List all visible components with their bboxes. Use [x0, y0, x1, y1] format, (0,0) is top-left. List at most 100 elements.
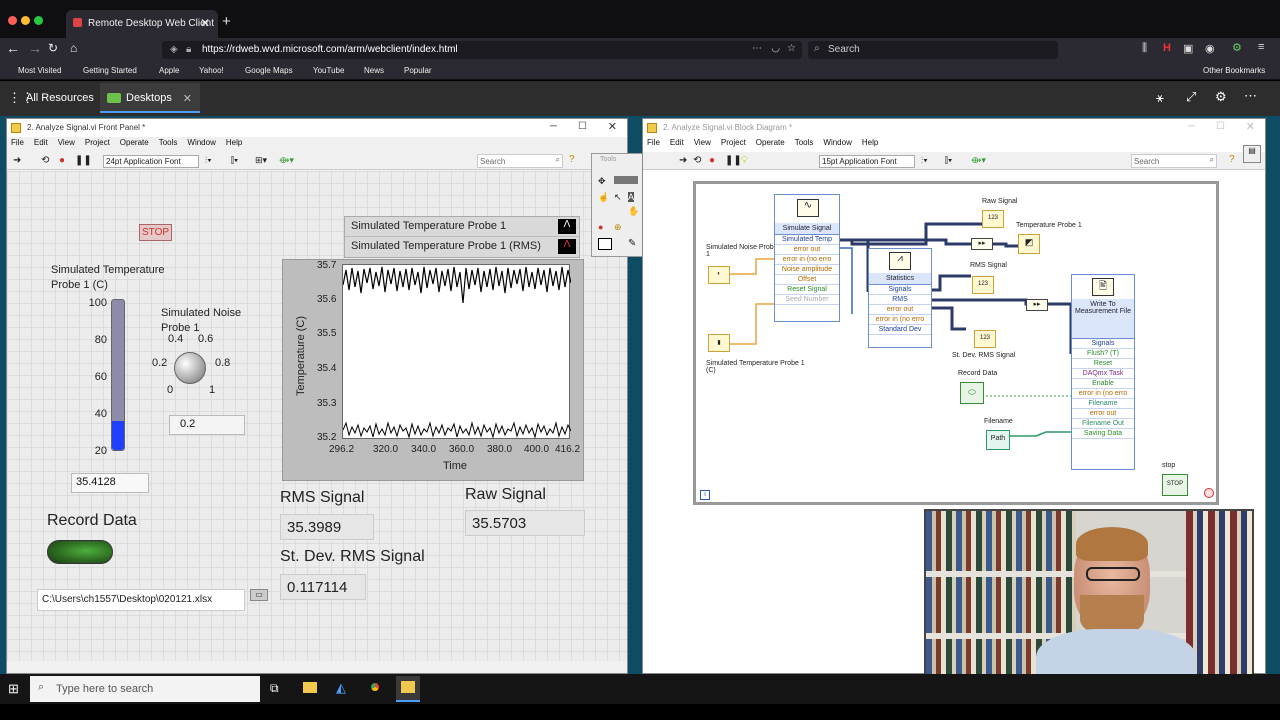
node-terminal[interactable]: Reset Signal [775, 285, 839, 295]
node-terminal[interactable]: Enable [1072, 379, 1134, 389]
operate-tool-icon[interactable]: ☝ [598, 192, 609, 203]
menu-file[interactable]: File [11, 138, 24, 147]
distribute-icon[interactable]: ⫿▾ [231, 155, 238, 166]
node-terminal[interactable]: error out [869, 305, 931, 315]
noise-numeric-control[interactable]: 0.2 [169, 415, 245, 435]
node-terminal[interactable]: error in (no erro [775, 255, 839, 265]
scroll-tool-icon[interactable]: ✋ [628, 206, 639, 217]
other-bookmarks[interactable]: Other Bookmarks [1203, 66, 1265, 75]
node-terminal[interactable]: error in (no erro [1072, 389, 1134, 399]
resize-icon[interactable]: ⊞▾ [255, 155, 267, 166]
task-view-icon[interactable]: ⧉ [270, 681, 279, 696]
merge-signals-node[interactable]: ▸▸ [1026, 299, 1048, 311]
node-terminal[interactable]: Signals [1072, 339, 1134, 349]
menu-edit[interactable]: Edit [34, 138, 48, 147]
page-actions-icon[interactable]: ⋯ [752, 43, 762, 54]
temp-probe-terminal[interactable]: ▮ [708, 334, 730, 352]
file-explorer-icon[interactable] [303, 682, 317, 693]
block-diagram-search[interactable]: Search ⌕ [1131, 154, 1217, 168]
run-continuous-icon[interactable]: ⟲ [693, 155, 701, 166]
minimize-icon[interactable]: ─ [1188, 121, 1195, 132]
new-tab-icon[interactable]: + [222, 13, 231, 30]
app-icon[interactable]: ◭ [336, 680, 346, 696]
fullscreen-icon[interactable]: ⤢ [1186, 89, 1196, 105]
more-icon[interactable]: ⋯ [1244, 88, 1257, 104]
align-icon[interactable]: ⫶▾ [921, 155, 928, 166]
bookmark-star-icon[interactable]: ☆ [787, 43, 796, 54]
noise-probe-terminal[interactable]: ◐ [708, 266, 730, 284]
highlight-execution-icon[interactable]: 💡︎ [741, 155, 748, 166]
wiring-tool-icon[interactable] [614, 176, 638, 184]
menu-operate[interactable]: Operate [756, 138, 785, 147]
help-icon[interactable]: ? [1229, 154, 1235, 165]
windows-start-icon[interactable]: ⊞ [8, 681, 19, 697]
browse-folder-icon[interactable]: ▭ [250, 589, 268, 601]
menu-icon[interactable]: ≡ [1258, 41, 1264, 53]
stop-terminal[interactable]: STOP [1162, 474, 1188, 496]
close-icon[interactable]: ✕ [608, 120, 617, 133]
color-tool-icon[interactable] [598, 238, 612, 250]
menu-edit[interactable]: Edit [670, 138, 684, 147]
bookmark-item[interactable]: Most Visited [18, 66, 61, 75]
settings-gear-icon[interactable]: ⚙ [1215, 89, 1227, 105]
run-arrow-icon[interactable]: ➜ [679, 155, 687, 166]
account-icon[interactable]: ◉ [1205, 42, 1215, 55]
menu-help[interactable]: Help [226, 138, 242, 147]
menu-project[interactable]: Project [721, 138, 746, 147]
menu-help[interactable]: Help [862, 138, 878, 147]
abort-icon[interactable]: ● [709, 155, 715, 166]
library-icon[interactable]: ⫼ [1142, 42, 1147, 55]
menu-tools[interactable]: Tools [795, 138, 814, 147]
node-terminal[interactable]: Filename Out [1072, 419, 1134, 429]
text-tool-icon[interactable]: A [628, 192, 635, 202]
reload-icon[interactable]: ↻ [48, 41, 58, 55]
simulate-signal-node[interactable]: ∿ Simulate Signal Simulated Temp error o… [774, 194, 840, 322]
node-terminal[interactable]: Standard Dev [869, 325, 931, 335]
node-terminal[interactable]: Signals [869, 285, 931, 295]
bookmark-item[interactable]: News [364, 66, 384, 75]
run-continuous-icon[interactable]: ⟲ [41, 155, 49, 166]
statistics-node[interactable]: ⩘ Statistics Signals RMS error out error… [868, 248, 932, 348]
forward-icon[interactable]: → [28, 40, 42, 56]
bookmark-item[interactable]: Apple [159, 66, 179, 75]
file-path-control[interactable]: C:\Users\ch1557\Desktop\020121.xlsx [37, 589, 245, 611]
align-icon[interactable]: ⫶▾ [205, 155, 212, 166]
browser-search-input[interactable]: ⌕ Search [808, 41, 1058, 59]
node-terminal[interactable]: Reset [1072, 359, 1134, 369]
close-icon[interactable]: ✕ [1246, 120, 1255, 133]
node-terminal[interactable]: Noise amplitude [775, 265, 839, 275]
font-select[interactable]: 24pt Application Font [103, 155, 199, 168]
minimize-icon[interactable]: ─ [550, 121, 557, 132]
node-terminal[interactable]: DAQmx Task [1072, 369, 1134, 379]
brush-icon[interactable]: ✎ [628, 238, 636, 249]
help-icon[interactable]: ? [569, 154, 575, 165]
close-tab-icon[interactable]: ✕ [183, 92, 192, 105]
maximize-icon[interactable]: ☐ [1216, 121, 1225, 132]
while-loop[interactable]: i Simulated Noise Probe 1 ◐ ▮ Simulated … [693, 181, 1219, 505]
home-icon[interactable]: ⌂ [70, 41, 77, 55]
menu-window[interactable]: Window [187, 138, 215, 147]
legend-item-temperature[interactable]: Simulated Temperature Probe 1 Λ [345, 217, 579, 237]
tab-desktops[interactable]: Desktops ✕ [100, 83, 200, 113]
bookmark-item[interactable]: Google Maps [245, 66, 293, 75]
node-terminal[interactable]: Seed Number [775, 295, 839, 305]
browser-tab-remote-desktop[interactable]: Remote Desktop Web Client ✕ [66, 10, 218, 38]
close-tab-icon[interactable]: ✕ [200, 16, 210, 30]
record-data-toggle[interactable] [47, 540, 113, 564]
taskbar-search-input[interactable]: ⌕ Type here to search [30, 676, 260, 702]
pocket-icon[interactable]: ◡ [771, 43, 780, 54]
build-waveform-node[interactable]: ▸▸ [971, 238, 993, 250]
node-terminal[interactable]: Simulated Temp [775, 235, 839, 245]
distribute-icon[interactable]: ⫿▾ [945, 155, 952, 166]
filename-terminal[interactable]: Path [986, 430, 1010, 450]
breakpoint-icon[interactable]: ● [598, 222, 603, 232]
bookmark-item[interactable]: Yahoo! [199, 66, 224, 75]
menu-view[interactable]: View [694, 138, 711, 147]
node-terminal[interactable]: Saving Data [1072, 429, 1134, 439]
node-terminal[interactable]: error in (no erro [869, 315, 931, 325]
sidebar-icon[interactable]: ▣ [1183, 42, 1193, 55]
menu-tools[interactable]: Tools [159, 138, 178, 147]
disconnect-icon[interactable]: ⚹ [1156, 90, 1164, 106]
node-terminal[interactable]: RMS [869, 295, 931, 305]
menu-window[interactable]: Window [823, 138, 851, 147]
